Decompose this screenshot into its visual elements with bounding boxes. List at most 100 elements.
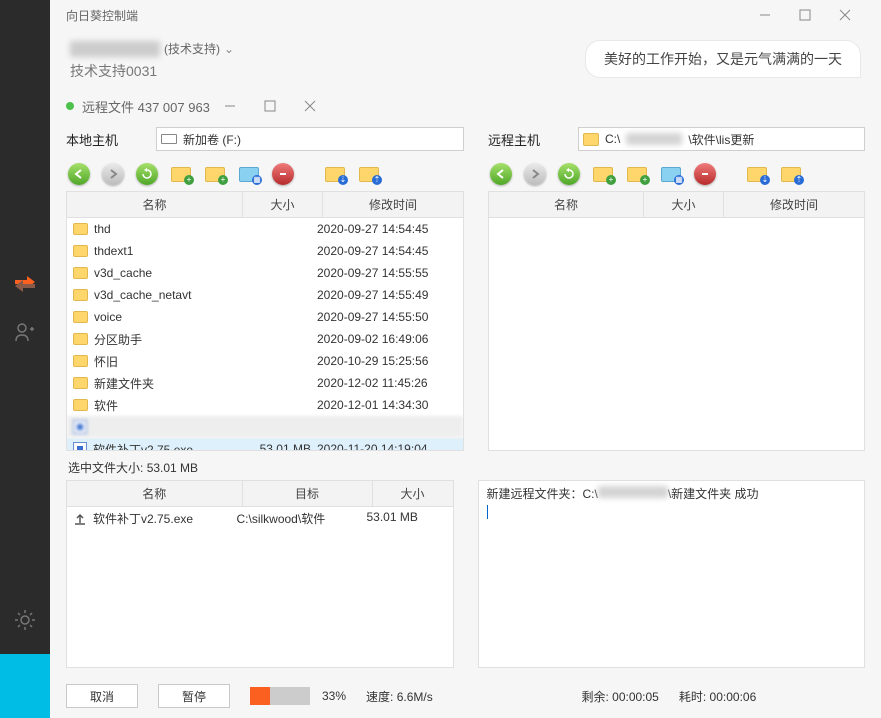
qcol-target[interactable]: 目标 [243, 481, 373, 506]
r-download-button[interactable]: + [590, 161, 616, 187]
table-row[interactable]: 软件 2020-12-01 14:34:30 [67, 394, 463, 416]
panel-minimize-button[interactable] [210, 91, 250, 121]
file-name: v3d_cache [94, 266, 152, 280]
local-file-table: 名称 大小 修改时间 thd2020-09-27 14:54:45thdext1… [66, 191, 464, 451]
forward-button[interactable] [100, 161, 126, 187]
file-date: 2020-10-29 15:25:56 [317, 354, 457, 368]
table-row[interactable]: 分区助手2020-09-02 16:49:06 [67, 328, 463, 350]
remain-value: 00:00:05 [612, 690, 659, 704]
transfer-queue: 名称 目标 大小 软件补丁v2.75.exe C:\silkwood\软件 53… [66, 480, 454, 668]
upload-button[interactable]: + [168, 161, 194, 187]
pause-button[interactable]: 暂停 [158, 684, 230, 708]
qcol-size[interactable]: 大小 [373, 481, 453, 506]
remote-file-table: 名称 大小 修改时间 [488, 191, 865, 451]
file-name: 软件 [94, 397, 118, 414]
r-delete-button[interactable] [692, 161, 718, 187]
file-date: 2020-09-27 14:55:49 [317, 288, 457, 302]
file-name: voice [94, 310, 122, 324]
log-box[interactable]: 新建远程文件夹：C:\\新建文件夹 成功 [478, 480, 866, 668]
folder-icon [73, 245, 88, 257]
settings-icon[interactable] [11, 606, 39, 634]
remote-label: 远程主机 [488, 130, 578, 149]
file-date: 2020-12-01 14:34:30 [317, 398, 457, 412]
local-path-input[interactable]: 新加卷 (F:) [156, 127, 464, 151]
transfer-tab-icon[interactable] [11, 270, 39, 298]
rcol-date[interactable]: 修改时间 [724, 192, 864, 217]
table-row[interactable]: thdext12020-09-27 14:54:45 [67, 240, 463, 262]
upload-icon [73, 512, 87, 526]
folder-icon [73, 399, 88, 411]
r-new-folder-button[interactable]: + [624, 161, 650, 187]
panel-close-button[interactable] [290, 91, 330, 121]
panel-maximize-button[interactable] [250, 91, 290, 121]
file-date: 2020-11-20 14:19:04 [317, 442, 457, 450]
file-name: thd [94, 222, 111, 236]
refresh-button[interactable] [134, 161, 160, 187]
local-toolbar: + + ▦ ⇣ ⇡ [66, 157, 464, 191]
folder-icon [73, 377, 88, 389]
exe-icon [73, 442, 87, 450]
selection-info: 选中文件大小: 53.01 MB [66, 451, 865, 480]
table-row[interactable]: v3d_cache_netavt2020-09-27 14:55:49 [67, 284, 463, 306]
contacts-tab-icon[interactable] [11, 318, 39, 346]
file-name: 分区助手 [94, 331, 142, 348]
text-cursor [487, 505, 488, 519]
r-archive-button[interactable]: ▦ [658, 161, 684, 187]
outer-maximize-button[interactable] [785, 0, 825, 30]
delete-button[interactable] [270, 161, 296, 187]
elapsed-value: 00:00:06 [710, 690, 757, 704]
file-date: 2020-09-27 14:55:50 [317, 310, 457, 324]
r-back-button[interactable] [488, 161, 514, 187]
remote-path-input[interactable]: C:\ \软件\lis更新 [578, 127, 865, 151]
col-size[interactable]: 大小 [243, 192, 323, 217]
queue-row[interactable]: 软件补丁v2.75.exe C:\silkwood\软件 53.01 MB [67, 507, 453, 530]
user-row: (技术支持) ⌄ 技术支持0031 美好的工作开始，又是元气满满的一天 [50, 30, 881, 81]
folder-icon [73, 289, 88, 301]
rcol-name[interactable]: 名称 [489, 192, 644, 217]
folder-icon [583, 133, 599, 146]
table-row[interactable]: thd2020-09-27 14:54:45 [67, 218, 463, 240]
table-row[interactable]: 新建文件夹2020-12-02 11:45:26 [67, 372, 463, 394]
remote-pane: 远程主机 C:\ \软件\lis更新 + + ▦ [488, 121, 865, 451]
footer-bar: 取消 暂停 33% 速度: 6.6M/s 剩余: 00:00:05 耗时: 00… [66, 678, 865, 718]
r-refresh-button[interactable] [556, 161, 582, 187]
col-date[interactable]: 修改时间 [323, 192, 463, 217]
table-row-redacted [67, 416, 463, 438]
chevron-down-icon: ⌄ [224, 42, 234, 56]
rcol-size[interactable]: 大小 [644, 192, 724, 217]
file-size: 53.01 MB [243, 442, 317, 450]
remote-path-prefix: C:\ [605, 132, 620, 146]
file-name: thdext1 [94, 244, 133, 258]
local-label: 本地主机 [66, 130, 156, 149]
archive-button[interactable]: ▦ [236, 161, 262, 187]
new-folder-button[interactable]: + [202, 161, 228, 187]
qcol-name[interactable]: 名称 [67, 481, 243, 506]
table-row-selected[interactable]: 软件补丁v2.75.exe 53.01 MB2020-11-20 14:19:04 [67, 438, 463, 450]
user-name-blurred [70, 41, 160, 57]
sync-up-button[interactable]: ⇡ [356, 161, 382, 187]
main-area: 向日葵控制端 (技术支持) ⌄ 技术支持0031 美好的工作开始，又是元气满满的… [50, 0, 881, 718]
table-row[interactable]: voice 2020-09-27 14:55:50 [67, 306, 463, 328]
r-sync-up-button[interactable]: ⇡ [778, 161, 804, 187]
remote-tbody[interactable] [489, 218, 864, 450]
r-sync-down-button[interactable]: ⇣ [744, 161, 770, 187]
sync-down-button[interactable]: ⇣ [322, 161, 348, 187]
back-button[interactable] [66, 161, 92, 187]
disk-icon [161, 134, 177, 144]
greeting-banner: 美好的工作开始，又是元气满满的一天 [585, 40, 861, 78]
file-date: 2020-09-27 14:55:55 [317, 266, 457, 280]
table-row[interactable]: 怀旧2020-10-29 15:25:56 [67, 350, 463, 372]
col-name[interactable]: 名称 [67, 192, 243, 217]
outer-minimize-button[interactable] [745, 0, 785, 30]
table-row[interactable]: v3d_cache 2020-09-27 14:55:55 [67, 262, 463, 284]
user-name-row[interactable]: (技术支持) ⌄ [70, 40, 234, 57]
cancel-button[interactable]: 取消 [66, 684, 138, 708]
sel-value: 53.01 MB [147, 461, 198, 475]
status-dot [66, 102, 74, 110]
outer-close-button[interactable] [825, 0, 865, 30]
speed-label: 速度: [366, 690, 393, 704]
remain-label: 剩余: [581, 690, 608, 704]
r-forward-button[interactable] [522, 161, 548, 187]
file-name: 软件补丁v2.75.exe [93, 441, 193, 451]
folder-icon [73, 267, 88, 279]
